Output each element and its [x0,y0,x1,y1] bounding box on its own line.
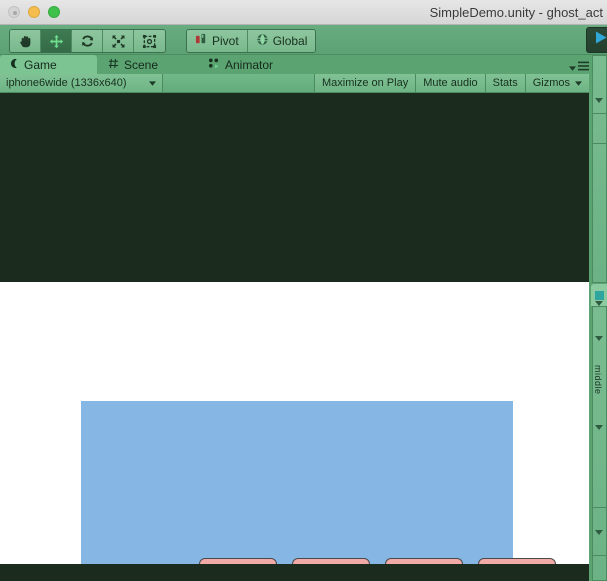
scale-tool-button[interactable] [103,30,134,52]
tab-game-label: Game [24,57,57,72]
chevron-down-icon [595,301,603,306]
divider [592,143,607,144]
tab-scene[interactable]: Scene [100,55,188,74]
inspector-lower-section[interactable] [592,306,607,581]
mute-audio-button[interactable]: Mute audio [415,74,485,92]
game-view-lower-letterbox [0,564,589,581]
rotate-tool-button[interactable] [72,30,103,52]
aspect-ratio-value: iphone6wide (1336x640) [6,77,127,89]
divider [592,113,607,114]
transform-tools-group [9,29,166,53]
component-icon [595,291,604,300]
divider [592,555,607,556]
pivot-label: Pivot [212,34,239,48]
maximize-on-play-button[interactable]: Maximize on Play [314,74,416,92]
global-label: Global [272,34,308,48]
inspector-object-label: middle [593,365,603,395]
tab-animator[interactable]: Animator [200,55,295,74]
tab-animator-label: Animator [225,57,274,72]
tab-game[interactable]: Game [0,55,97,74]
game-view-render-area[interactable]: button0 button1 button2 button3 button4 … [0,93,589,564]
chevron-down-icon [149,77,156,89]
scene-grid-icon [108,58,119,72]
gizmos-button[interactable]: Gizmos [524,74,589,92]
animator-icon [208,58,220,72]
move-tool-button[interactable] [41,30,72,52]
hand-tool-button[interactable] [10,30,41,52]
handle-mode-group: Pivot Global [186,29,317,53]
tab-scene-label: Scene [124,57,159,72]
stats-button[interactable]: Stats [484,74,525,92]
scroll-view-panel: button0 button1 button2 button3 button4 … [81,401,556,564]
hand-icon [18,34,33,49]
pivot-icon [195,33,208,49]
aspect-ratio-dropdown[interactable]: iphone6wide (1336x640) [0,74,163,92]
scale-icon [111,34,126,49]
rect-tool-button[interactable] [134,30,165,52]
play-icon [594,30,607,50]
play-button[interactable] [586,27,607,53]
globe-icon [256,33,269,49]
chevron-down-icon [595,530,603,535]
window-title-bar: SimpleDemo.unity - ghost_act [0,0,607,25]
view-tab-row: Game Scene Animator [0,55,607,74]
rotate-icon [80,34,95,49]
game-view-toolbar: iphone6wide (1336x640) Maximize on Play … [0,74,589,93]
chevron-down-icon [595,425,603,430]
pivot-toggle-button[interactable]: Pivot [187,30,248,52]
inspector-panel-edge: middle [589,55,607,581]
game-icon [8,58,19,72]
gizmos-label: Gizmos [532,77,570,89]
rect-transform-icon [142,34,157,49]
unity-editor-window: SimpleDemo.unity - ghost_act Pivot Globa… [0,0,607,581]
move-icon [49,34,64,49]
inspector-upper-section[interactable] [592,55,607,283]
chevron-down-icon [595,336,603,341]
chevron-down-icon [575,77,582,89]
window-title: SimpleDemo.unity - ghost_act [429,5,603,20]
game-view-toggles: Maximize on Play Mute audio Stats Gizmos [314,74,589,92]
chevron-down-icon [595,98,603,103]
app-canvas: button0 button1 button2 button3 button4 … [0,282,589,564]
unity-toolbar: Pivot Global [0,25,607,55]
divider [592,507,607,508]
global-toggle-button[interactable]: Global [247,30,316,52]
